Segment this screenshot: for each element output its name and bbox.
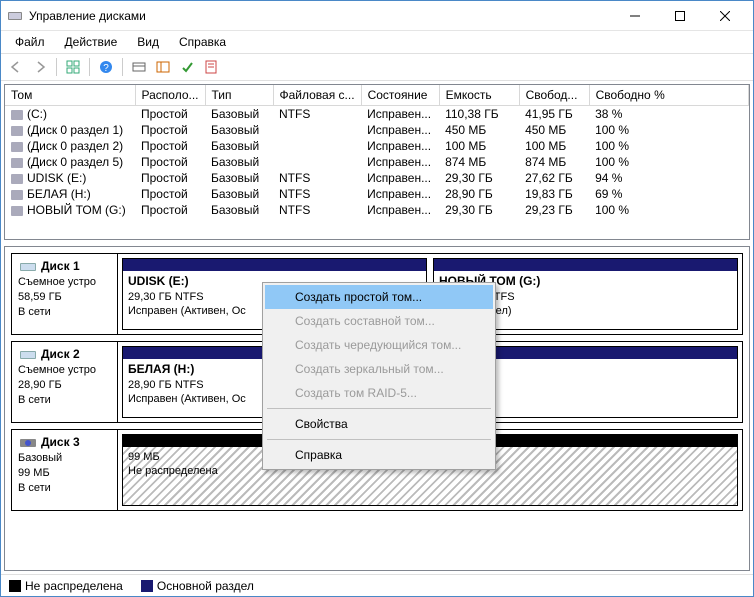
table-row[interactable]: БЕЛАЯ (H:)ПростойБазовыйNTFSИсправен...2…: [5, 186, 749, 202]
col-fs[interactable]: Файловая с...: [273, 85, 361, 106]
legend-primary: Основной раздел: [141, 579, 254, 593]
table-row[interactable]: UDISK (E:)ПростойБазовыйNTFSИсправен...2…: [5, 170, 749, 186]
context-separator: [267, 439, 491, 440]
disk-label: Диск 3Базовый99 МБВ сети: [12, 430, 118, 510]
disk-label: Диск 2Съемное устро28,90 ГБВ сети: [12, 342, 118, 422]
toolbar-separator: [56, 58, 57, 76]
help-button[interactable]: ?: [95, 56, 117, 78]
context-menu-item: Создать составной том...: [265, 309, 493, 333]
menu-action[interactable]: Действие: [55, 32, 128, 52]
volume-icon: [11, 206, 23, 216]
legend-unallocated: Не распределена: [9, 579, 123, 593]
col-layout[interactable]: Располо...: [135, 85, 205, 106]
content-area: Том Располо... Тип Файловая с... Состоян…: [1, 81, 753, 574]
col-status[interactable]: Состояние: [361, 85, 439, 106]
volume-icon: [11, 190, 23, 200]
menu-view[interactable]: Вид: [127, 32, 169, 52]
context-menu-item: Создать зеркальный том...: [265, 357, 493, 381]
toolbar-separator: [122, 58, 123, 76]
col-volume[interactable]: Том: [5, 85, 135, 106]
settings-icon-button[interactable]: [128, 56, 150, 78]
context-separator: [267, 408, 491, 409]
grid-view-button[interactable]: [62, 56, 84, 78]
volume-table: Том Располо... Тип Файловая с... Состоян…: [5, 85, 749, 218]
disk-icon: [18, 436, 38, 450]
disk-icon: [18, 348, 38, 362]
volume-list-pane: Том Располо... Тип Файловая с... Состоян…: [4, 84, 750, 240]
col-cap[interactable]: Емкость: [439, 85, 519, 106]
col-free[interactable]: Свобод...: [519, 85, 589, 106]
svg-text:?: ?: [103, 63, 109, 74]
menu-file[interactable]: Файл: [5, 32, 55, 52]
disk-icon: [18, 260, 38, 274]
volume-icon: [11, 174, 23, 184]
list-icon-button[interactable]: [152, 56, 174, 78]
minimize-button[interactable]: [612, 1, 657, 30]
context-menu-item: Создать том RAID-5...: [265, 381, 493, 405]
close-button[interactable]: [702, 1, 747, 30]
maximize-button[interactable]: [657, 1, 702, 30]
context-menu-item[interactable]: Свойства: [265, 412, 493, 436]
action-icon-button[interactable]: [176, 56, 198, 78]
context-menu-item: Создать чередующийся том...: [265, 333, 493, 357]
toolbar: ?: [1, 53, 753, 81]
volume-icon: [11, 110, 23, 120]
col-freepct[interactable]: Свободно %: [589, 85, 748, 106]
volume-icon: [11, 158, 23, 168]
table-row[interactable]: (Диск 0 раздел 5)ПростойБазовыйИсправен.…: [5, 154, 749, 170]
table-row[interactable]: (Диск 0 раздел 2)ПростойБазовыйИсправен.…: [5, 138, 749, 154]
volume-icon: [11, 126, 23, 136]
context-menu-item[interactable]: Создать простой том...: [265, 285, 493, 309]
menubar: Файл Действие Вид Справка: [1, 31, 753, 53]
table-row[interactable]: (Диск 0 раздел 1)ПростойБазовыйИсправен.…: [5, 122, 749, 138]
properties-icon-button[interactable]: [200, 56, 222, 78]
titlebar: Управление дисками: [1, 1, 753, 31]
menu-help[interactable]: Справка: [169, 32, 236, 52]
table-row[interactable]: НОВЫЙ ТОМ (G:)ПростойБазовыйNTFSИсправен…: [5, 202, 749, 218]
window-title: Управление дисками: [29, 9, 612, 23]
back-button[interactable]: [5, 56, 27, 78]
context-menu: Создать простой том...Создать составной …: [262, 282, 496, 470]
forward-button[interactable]: [29, 56, 51, 78]
toolbar-separator: [89, 58, 90, 76]
table-header-row: Том Располо... Тип Файловая с... Состоян…: [5, 85, 749, 106]
app-icon: [7, 8, 23, 24]
col-type[interactable]: Тип: [205, 85, 273, 106]
context-menu-item[interactable]: Справка: [265, 443, 493, 467]
partition-header-bar: [434, 259, 737, 271]
disk-label: Диск 1Съемное устро58,59 ГБВ сети: [12, 254, 118, 334]
legend-bar: Не распределена Основной раздел: [1, 574, 753, 596]
disk-graphic-pane: Диск 1Съемное устро58,59 ГБВ сети UDISK …: [4, 246, 750, 571]
volume-icon: [11, 142, 23, 152]
partition-header-bar: [123, 259, 426, 271]
table-row[interactable]: (C:)ПростойБазовыйNTFSИсправен...110,38 …: [5, 106, 749, 123]
